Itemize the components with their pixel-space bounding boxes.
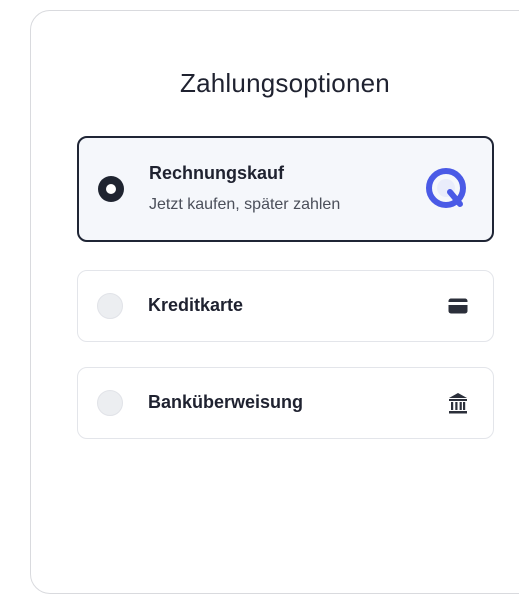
payment-option-rechnungskauf[interactable]: Rechnungskauf Jetzt kaufen, später zahle… (77, 136, 494, 242)
radio-unselected[interactable] (97, 293, 123, 319)
invoice-brand-icon (424, 166, 468, 210)
radio-unselected[interactable] (97, 390, 123, 416)
radio-selected[interactable] (98, 176, 124, 202)
bank-icon (448, 392, 468, 414)
option-label: Banküberweisung (148, 392, 304, 412)
option-sublabel: Jetzt kaufen, später zahlen (149, 196, 341, 213)
credit-card-icon (448, 298, 468, 314)
payment-option-bankueberweisung[interactable]: Banküberweisung (77, 367, 494, 439)
option-label: Rechnungskauf (149, 163, 285, 183)
page-title: Zahlungsoptionen (180, 68, 390, 98)
payment-option-kreditkarte[interactable]: Kreditkarte (77, 270, 494, 342)
option-label: Kreditkarte (148, 295, 244, 315)
payment-page: Zahlungsoptionen Rechnungskauf Jetzt kau… (0, 0, 519, 597)
